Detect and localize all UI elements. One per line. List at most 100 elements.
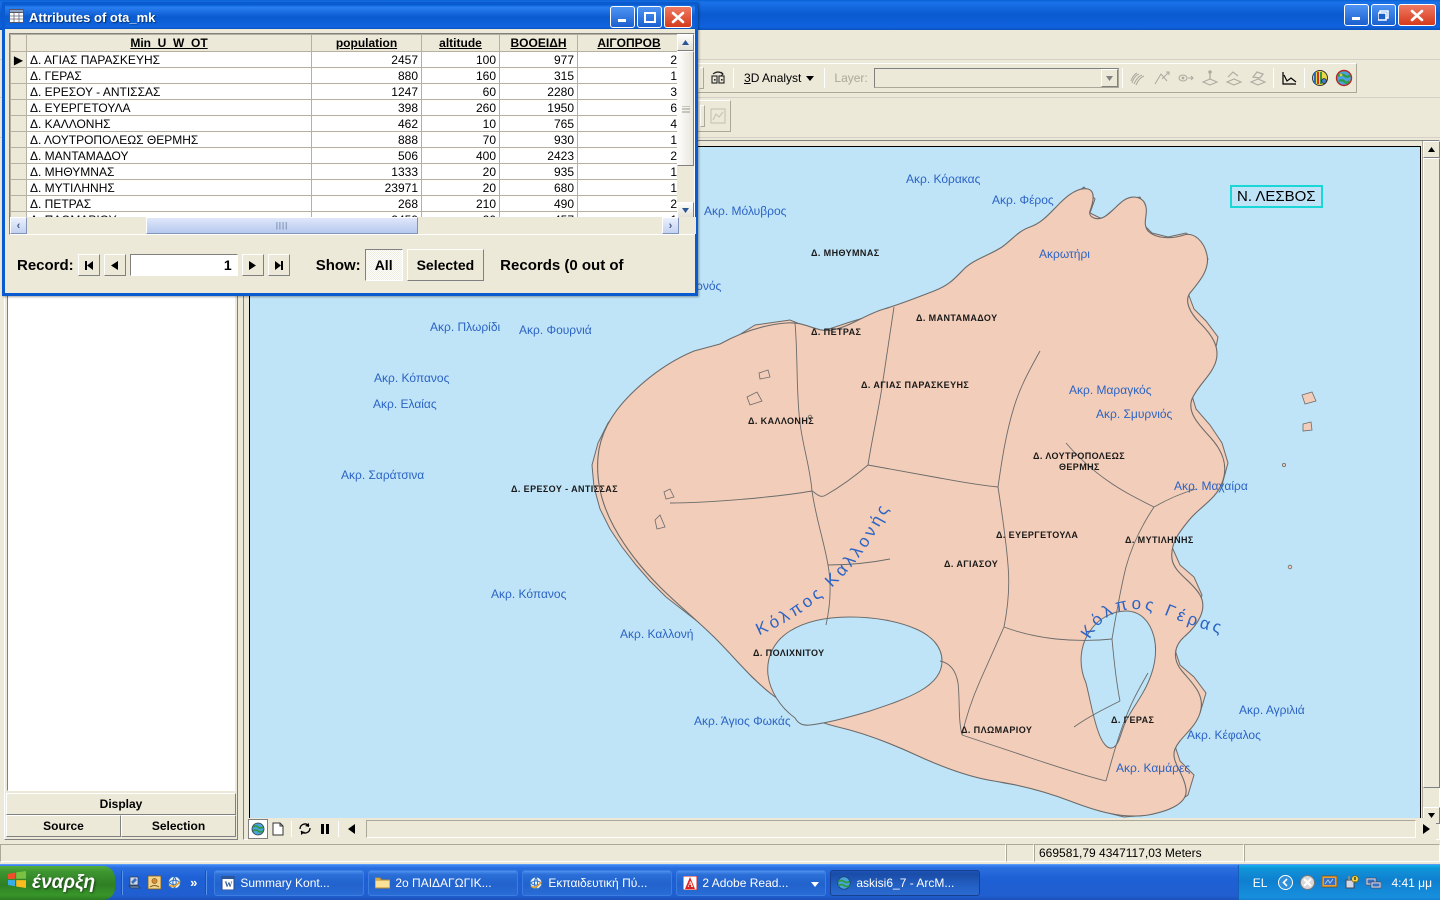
close-button[interactable] [664, 6, 692, 28]
row-selector[interactable] [10, 67, 27, 84]
table-row[interactable]: Δ. ΜΥΤΙΛΗΝΗΣ 23971 20 680 1 [10, 179, 681, 196]
cell-population[interactable]: 880 [311, 67, 422, 84]
cell-altitude[interactable]: 60 [421, 83, 500, 100]
maximize-button[interactable] [637, 6, 662, 28]
cell-name[interactable]: Δ. ΚΑΛΛΟΝΗΣ [26, 115, 312, 132]
horizontal-scroll-track[interactable] [366, 820, 1416, 838]
taskbar-item[interactable]: 2ο ΠΑΙΔΑΓΩΓΙΚ... [368, 869, 519, 896]
last-record-button[interactable] [267, 254, 290, 276]
arcglobe-icon[interactable] [1332, 66, 1356, 90]
data-view-icon[interactable] [248, 819, 268, 839]
show-all-button[interactable]: All [364, 249, 403, 281]
show-selected-button[interactable]: Selected [406, 249, 485, 281]
cell-aigoprov[interactable]: 1 [577, 163, 681, 180]
cell-altitude[interactable]: 160 [421, 67, 500, 84]
cell-aigoprov[interactable]: 2 [577, 147, 681, 164]
cell-altitude[interactable]: 70 [421, 131, 500, 148]
row-selector[interactable] [10, 163, 27, 180]
scroll-left-button[interactable]: ‹ [10, 217, 27, 234]
table-row[interactable]: Δ. ΜΗΘΥΜΝΑΣ 1333 20 935 1 [10, 163, 681, 180]
cell-vooeidi[interactable]: 765 [499, 115, 578, 132]
row-selector[interactable] [10, 83, 27, 100]
antivirus-icon[interactable] [1299, 875, 1315, 891]
display-settings-icon[interactable] [1321, 875, 1337, 891]
col-header-aigoprov[interactable]: ΑΙΓΟΠΡΟΒ [577, 34, 681, 52]
grid-scroll-thumb-h[interactable]: |||| [146, 217, 418, 234]
next-record-button[interactable] [241, 254, 264, 276]
3d-analyst-menu[interactable]: 3D Analyst [737, 71, 821, 85]
network-icon[interactable] [1365, 875, 1381, 891]
row-selector[interactable] [10, 195, 27, 212]
cell-vooeidi[interactable]: 1950 [499, 99, 578, 116]
internet-explorer-icon[interactable] [166, 875, 182, 891]
cell-altitude[interactable]: 20 [421, 179, 500, 196]
cell-vooeidi[interactable]: 935 [499, 163, 578, 180]
cell-population[interactable]: 268 [311, 195, 422, 212]
cell-vooeidi[interactable]: 977 [499, 51, 578, 68]
toolbar-grip[interactable] [699, 67, 704, 89]
cell-vooeidi[interactable]: 2423 [499, 147, 578, 164]
cell-altitude[interactable]: 260 [421, 99, 500, 116]
cell-aigoprov[interactable]: 3 [577, 83, 681, 100]
pause-drawing-icon[interactable] [315, 819, 335, 839]
cell-altitude[interactable]: 400 [421, 147, 500, 164]
previous-record-button[interactable] [103, 254, 126, 276]
cell-vooeidi[interactable]: 680 [499, 179, 578, 196]
collapse-left-icon[interactable] [342, 819, 362, 839]
table-row[interactable]: Δ. ΓΕΡΑΣ 880 160 315 1 [10, 67, 681, 84]
cell-population[interactable]: 23971 [311, 179, 422, 196]
arcscene-icon[interactable] [1308, 66, 1332, 90]
close-button[interactable] [1398, 4, 1436, 26]
attribute-grid[interactable]: Min_U_W_OT population altitude ΒΟΟΕΙΔΗ Α… [9, 33, 696, 235]
tab-selection[interactable]: Selection [121, 815, 236, 837]
cell-aigoprov[interactable]: 1 [577, 131, 681, 148]
row-selector[interactable] [10, 147, 27, 164]
table-row[interactable]: Δ. ΛΟΥΤΡΟΠΟΛΕΩΣ ΘΕΡΜΗΣ 888 70 930 1 [10, 131, 681, 148]
row-selector[interactable] [10, 115, 27, 132]
cell-name[interactable]: Δ. ΕΥΕΡΓΕΤΟΥΛΑ [26, 99, 312, 116]
grid-scroll-thumb-v[interactable] [677, 51, 694, 166]
contour-icon[interactable] [1126, 66, 1150, 90]
table-row[interactable]: Δ. ΜΑΝΤΑΜΑΔΟΥ 506 400 2423 2 [10, 147, 681, 164]
col-header-vooeidi[interactable]: ΒΟΟΕΙΔΗ [499, 34, 578, 52]
cell-aigoprov[interactable]: 2 [577, 51, 681, 68]
col-header-population[interactable]: population [311, 34, 422, 52]
cell-name[interactable]: Δ. ΠΕΤΡΑΣ [26, 195, 312, 212]
cell-vooeidi[interactable]: 315 [499, 67, 578, 84]
map-scroll-thumb-v[interactable] [1423, 158, 1440, 788]
scroll-up-button[interactable] [677, 34, 694, 51]
table-body[interactable]: ▶ Δ. ΑΓΙΑΣ ΠΑΡΑΣΚΕΥΗΣ 2457 100 977 2 Δ. ΓΕΡΑΣ 8… [10, 51, 681, 228]
cell-altitude[interactable]: 100 [421, 51, 500, 68]
cell-name[interactable]: Δ. ΛΟΥΤΡΟΠΟΛΕΩΣ ΘΕΡΜΗΣ [26, 131, 312, 148]
cell-aigoprov[interactable]: 1 [577, 179, 681, 196]
interpolate-point-icon[interactable] [1198, 66, 1222, 90]
grid-horizontal-scrollbar[interactable]: ‹ |||| › [10, 217, 696, 234]
col-header-select[interactable] [10, 34, 27, 52]
cell-aigoprov[interactable]: 1 [577, 67, 681, 84]
cell-name[interactable]: Δ. ΜΑΝΤΑΜΑΔΟΥ [26, 147, 312, 164]
profile-graph-icon[interactable] [1277, 66, 1301, 90]
taskbar-clock[interactable]: 4:41 μμ [1387, 876, 1432, 890]
cell-name[interactable]: Δ. ΜΗΘΥΜΝΑΣ [26, 163, 312, 180]
media-player-icon[interactable] [146, 875, 162, 891]
cell-altitude[interactable]: 210 [421, 195, 500, 212]
cell-population[interactable]: 506 [311, 147, 422, 164]
cell-population[interactable]: 462 [311, 115, 422, 132]
cell-name[interactable]: Δ. ΜΥΤΙΛΗΝΗΣ [26, 179, 312, 196]
grid-vertical-scrollbar[interactable] [677, 34, 694, 219]
first-record-button[interactable] [77, 254, 100, 276]
show-desktop-icon[interactable] [126, 875, 142, 891]
record-number-input[interactable]: 1 [129, 254, 238, 276]
refresh-icon[interactable] [295, 819, 315, 839]
keyboard-layout-indicator[interactable]: EL [1249, 876, 1272, 890]
col-header-altitude[interactable]: altitude [421, 34, 500, 52]
row-selector[interactable]: ▶ [10, 51, 27, 68]
chevron-down-icon[interactable] [811, 876, 820, 890]
cell-aigoprov[interactable]: 2 [577, 195, 681, 212]
interpolate-polygon-icon[interactable] [1246, 66, 1270, 90]
start-button[interactable]: έναρξη [0, 865, 116, 900]
cell-altitude[interactable]: 20 [421, 163, 500, 180]
3d-analyst-tool-icon[interactable] [706, 66, 730, 90]
attribute-table[interactable]: Min_U_W_OT population altitude ΒΟΟΕΙΔΗ Α… [10, 34, 681, 228]
tray-expand-icon[interactable] [1277, 875, 1293, 891]
